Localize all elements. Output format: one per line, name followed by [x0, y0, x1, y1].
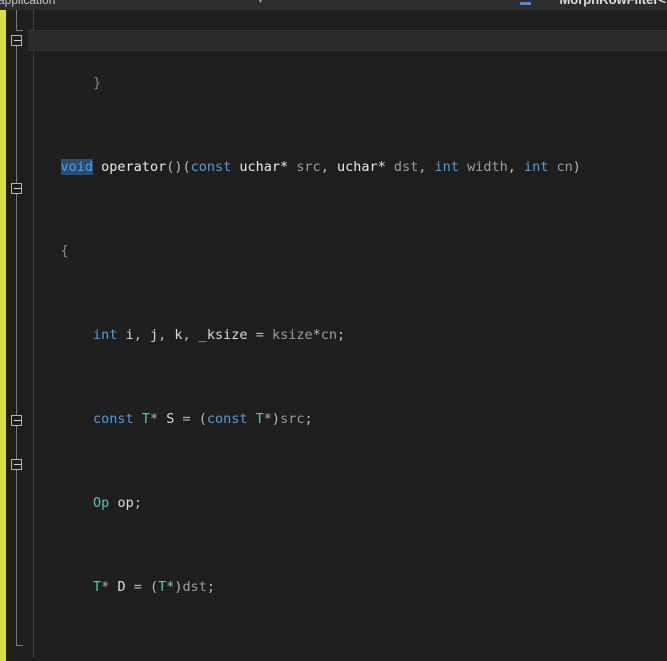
- fold-marker-function[interactable]: [11, 35, 22, 46]
- code-folding-margin[interactable]: [6, 10, 28, 661]
- chevron-down-icon[interactable]: ▼: [255, 0, 266, 6]
- code-line-6[interactable]: Op op;: [28, 493, 667, 514]
- fold-guide-line: [16, 10, 17, 30]
- code-line-4[interactable]: int i, j, k, _ksize = ksize*cn;: [28, 325, 667, 346]
- code-line-3[interactable]: {: [28, 241, 667, 262]
- code-line-1[interactable]: }: [28, 73, 667, 94]
- code-line-2[interactable]: void operator()(const uchar* src, uchar*…: [28, 157, 667, 178]
- code-text-area[interactable]: } void operator()(const uchar* src, ucha…: [28, 10, 667, 661]
- code-line-7[interactable]: T* D = (T*)dst;: [28, 577, 667, 598]
- editor-surface[interactable]: } void operator()(const uchar* src, ucha…: [0, 10, 667, 661]
- editor-tab-strip: application ▼ MorphRowFilter<: [0, 0, 667, 10]
- tab-application[interactable]: application: [0, 0, 55, 7]
- fold-guide-end: [16, 645, 23, 646]
- code-line-5[interactable]: const T* S = (const T*)src;: [28, 409, 667, 430]
- fold-marker-inner-for[interactable]: [11, 459, 22, 470]
- fold-guide-line: [16, 35, 17, 645]
- fold-guide-end: [16, 30, 23, 31]
- fold-marker-outer-for[interactable]: [11, 415, 22, 426]
- struct-icon: [520, 0, 531, 5]
- tab-morphrowfilter[interactable]: MorphRowFilter<: [559, 0, 666, 7]
- fold-marker-if-block[interactable]: [11, 183, 22, 194]
- vs-code-editor-window: application ▼ MorphRowFilter<: [0, 0, 667, 661]
